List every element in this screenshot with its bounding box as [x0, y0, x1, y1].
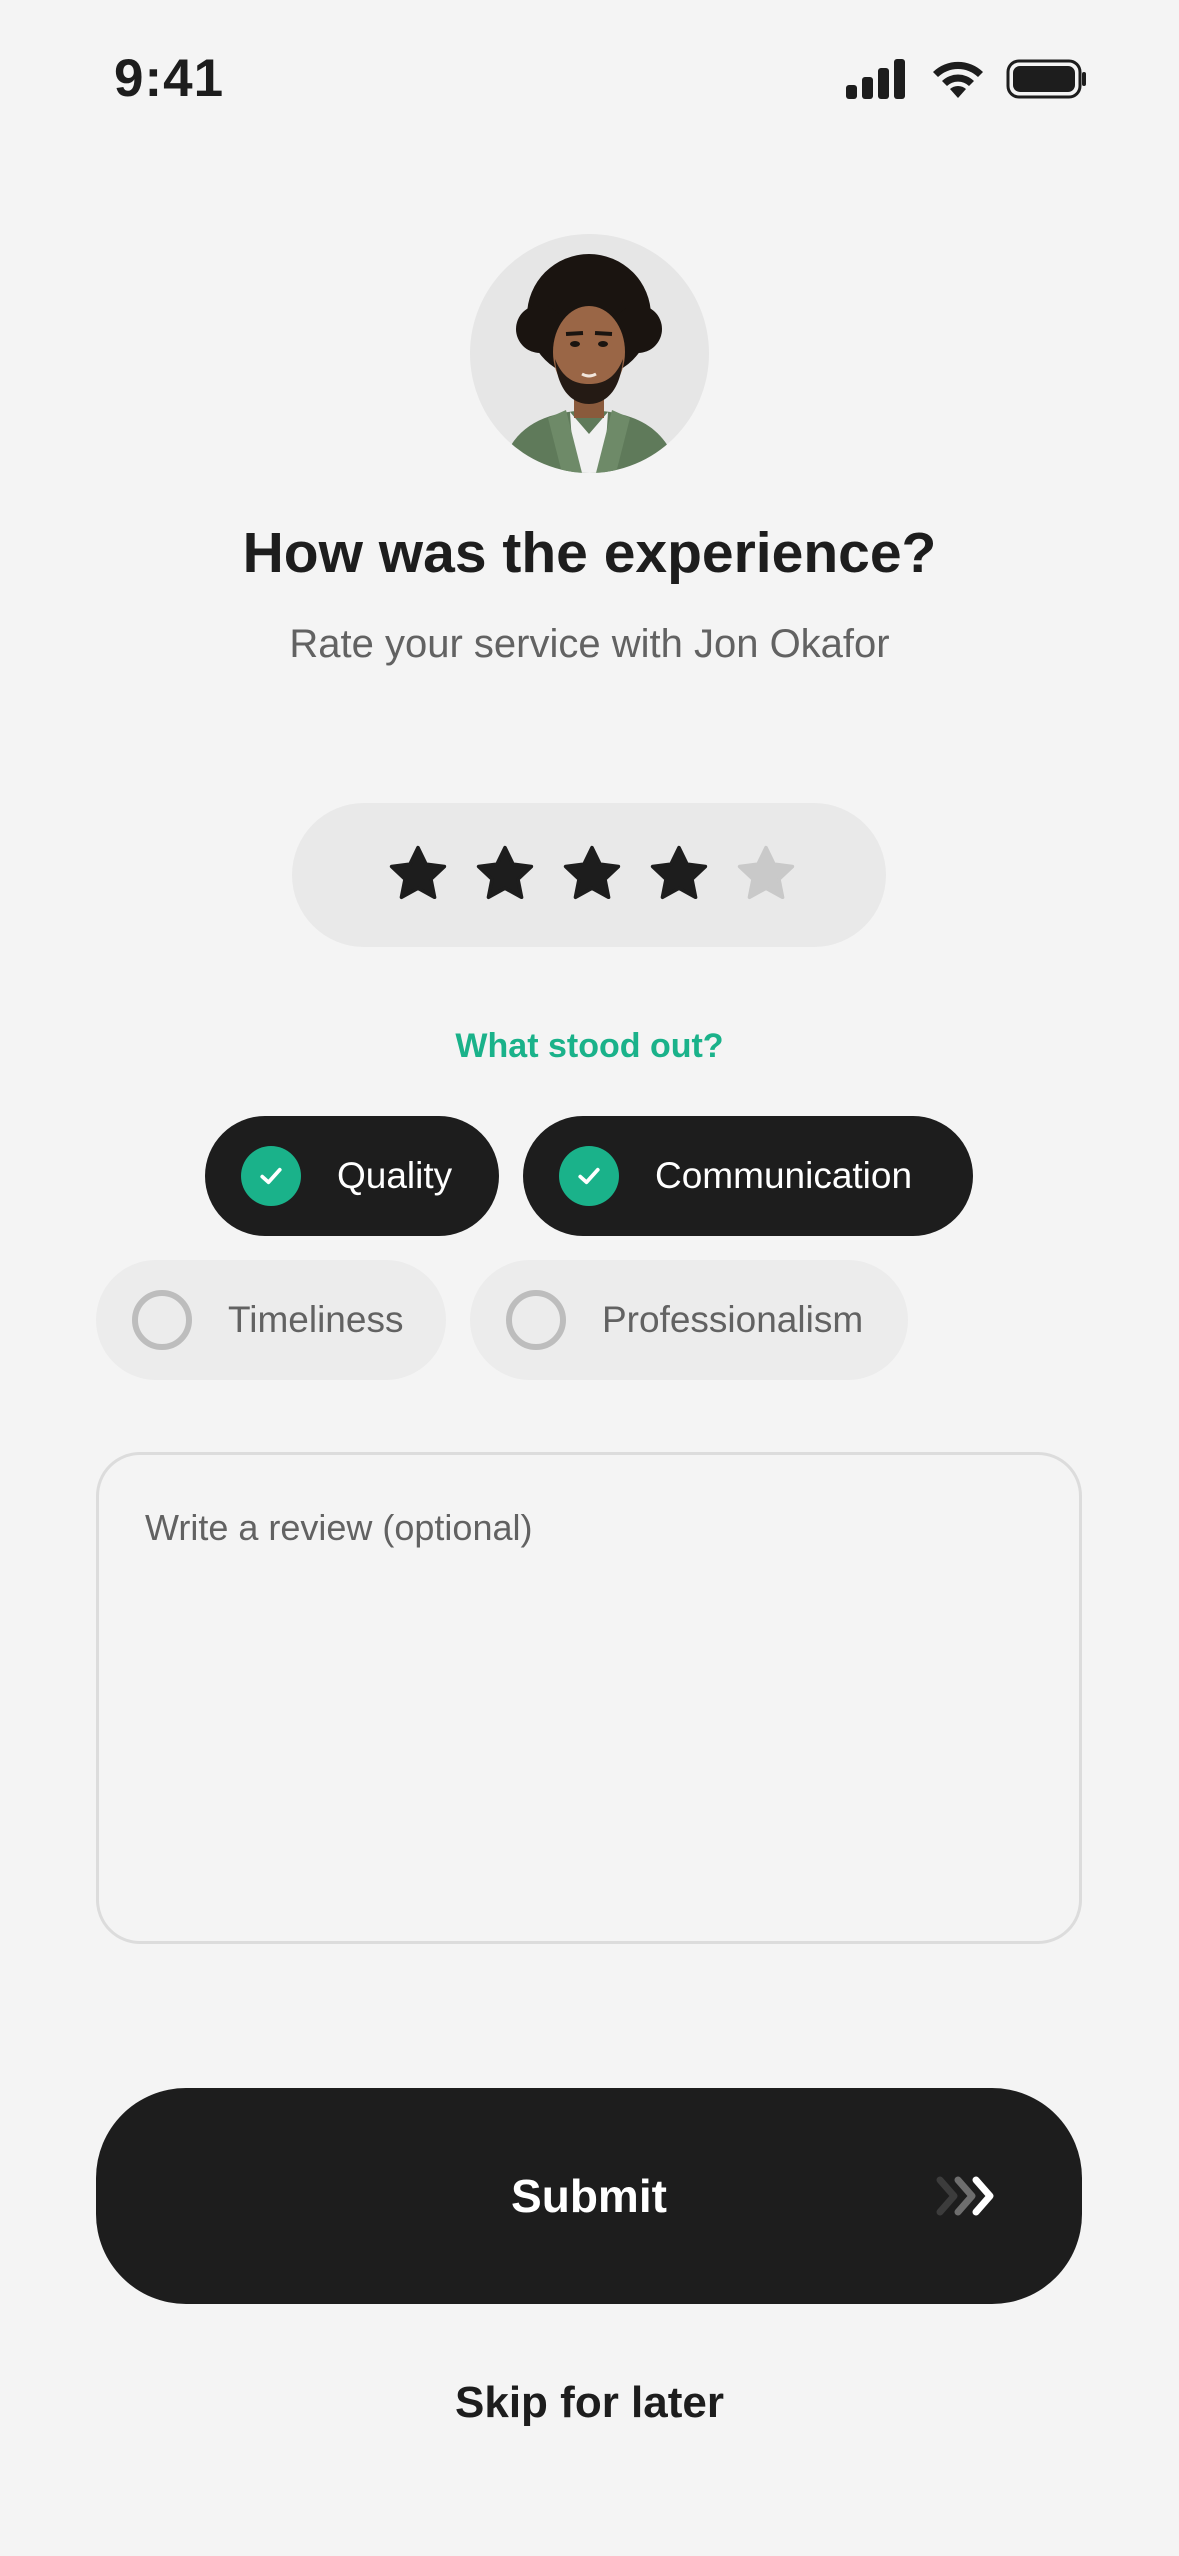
chip-label: Professionalism — [602, 1299, 864, 1340]
chevrons-right-icon — [936, 2176, 994, 2216]
chip-professionalism[interactable]: Professionalism — [470, 1260, 908, 1380]
star-1-icon[interactable] — [387, 843, 449, 905]
chip-communication[interactable]: Communication — [523, 1116, 973, 1236]
wifi-icon — [933, 61, 983, 98]
star-3-icon[interactable] — [561, 843, 623, 905]
review-field[interactable] — [96, 1452, 1082, 1944]
avatar — [470, 234, 709, 473]
chip-label: Communication — [655, 1155, 913, 1196]
submit-button[interactable]: Submit — [96, 2088, 1082, 2304]
star-2-icon[interactable] — [474, 843, 536, 905]
signal-icon — [846, 59, 905, 99]
highlights-label: What stood out? — [455, 1027, 724, 1065]
page-title: How was the experience? — [242, 521, 937, 585]
skip-link[interactable]: Skip for later — [0, 2378, 1179, 2428]
chip-timeliness[interactable]: Timeliness — [96, 1260, 446, 1380]
person-avatar — [500, 254, 679, 473]
battery-icon — [1006, 59, 1086, 99]
check-icon — [559, 1146, 619, 1206]
star-4-icon[interactable] — [648, 843, 710, 905]
chip-quality[interactable]: Quality — [205, 1116, 499, 1236]
star-5-icon[interactable] — [735, 843, 797, 905]
status-icons — [846, 58, 1088, 100]
page-subtitle: Rate your service with Jon Okafor — [289, 622, 890, 666]
radio-empty-icon — [132, 1290, 192, 1350]
chip-label: Timeliness — [228, 1299, 404, 1340]
rating-screen: 9:41 How was the experience? Rate your s… — [0, 0, 1179, 2556]
chip-label: Quality — [337, 1155, 453, 1196]
status-time: 9:41 — [114, 49, 225, 108]
check-icon — [241, 1146, 301, 1206]
radio-empty-icon — [506, 1290, 566, 1350]
